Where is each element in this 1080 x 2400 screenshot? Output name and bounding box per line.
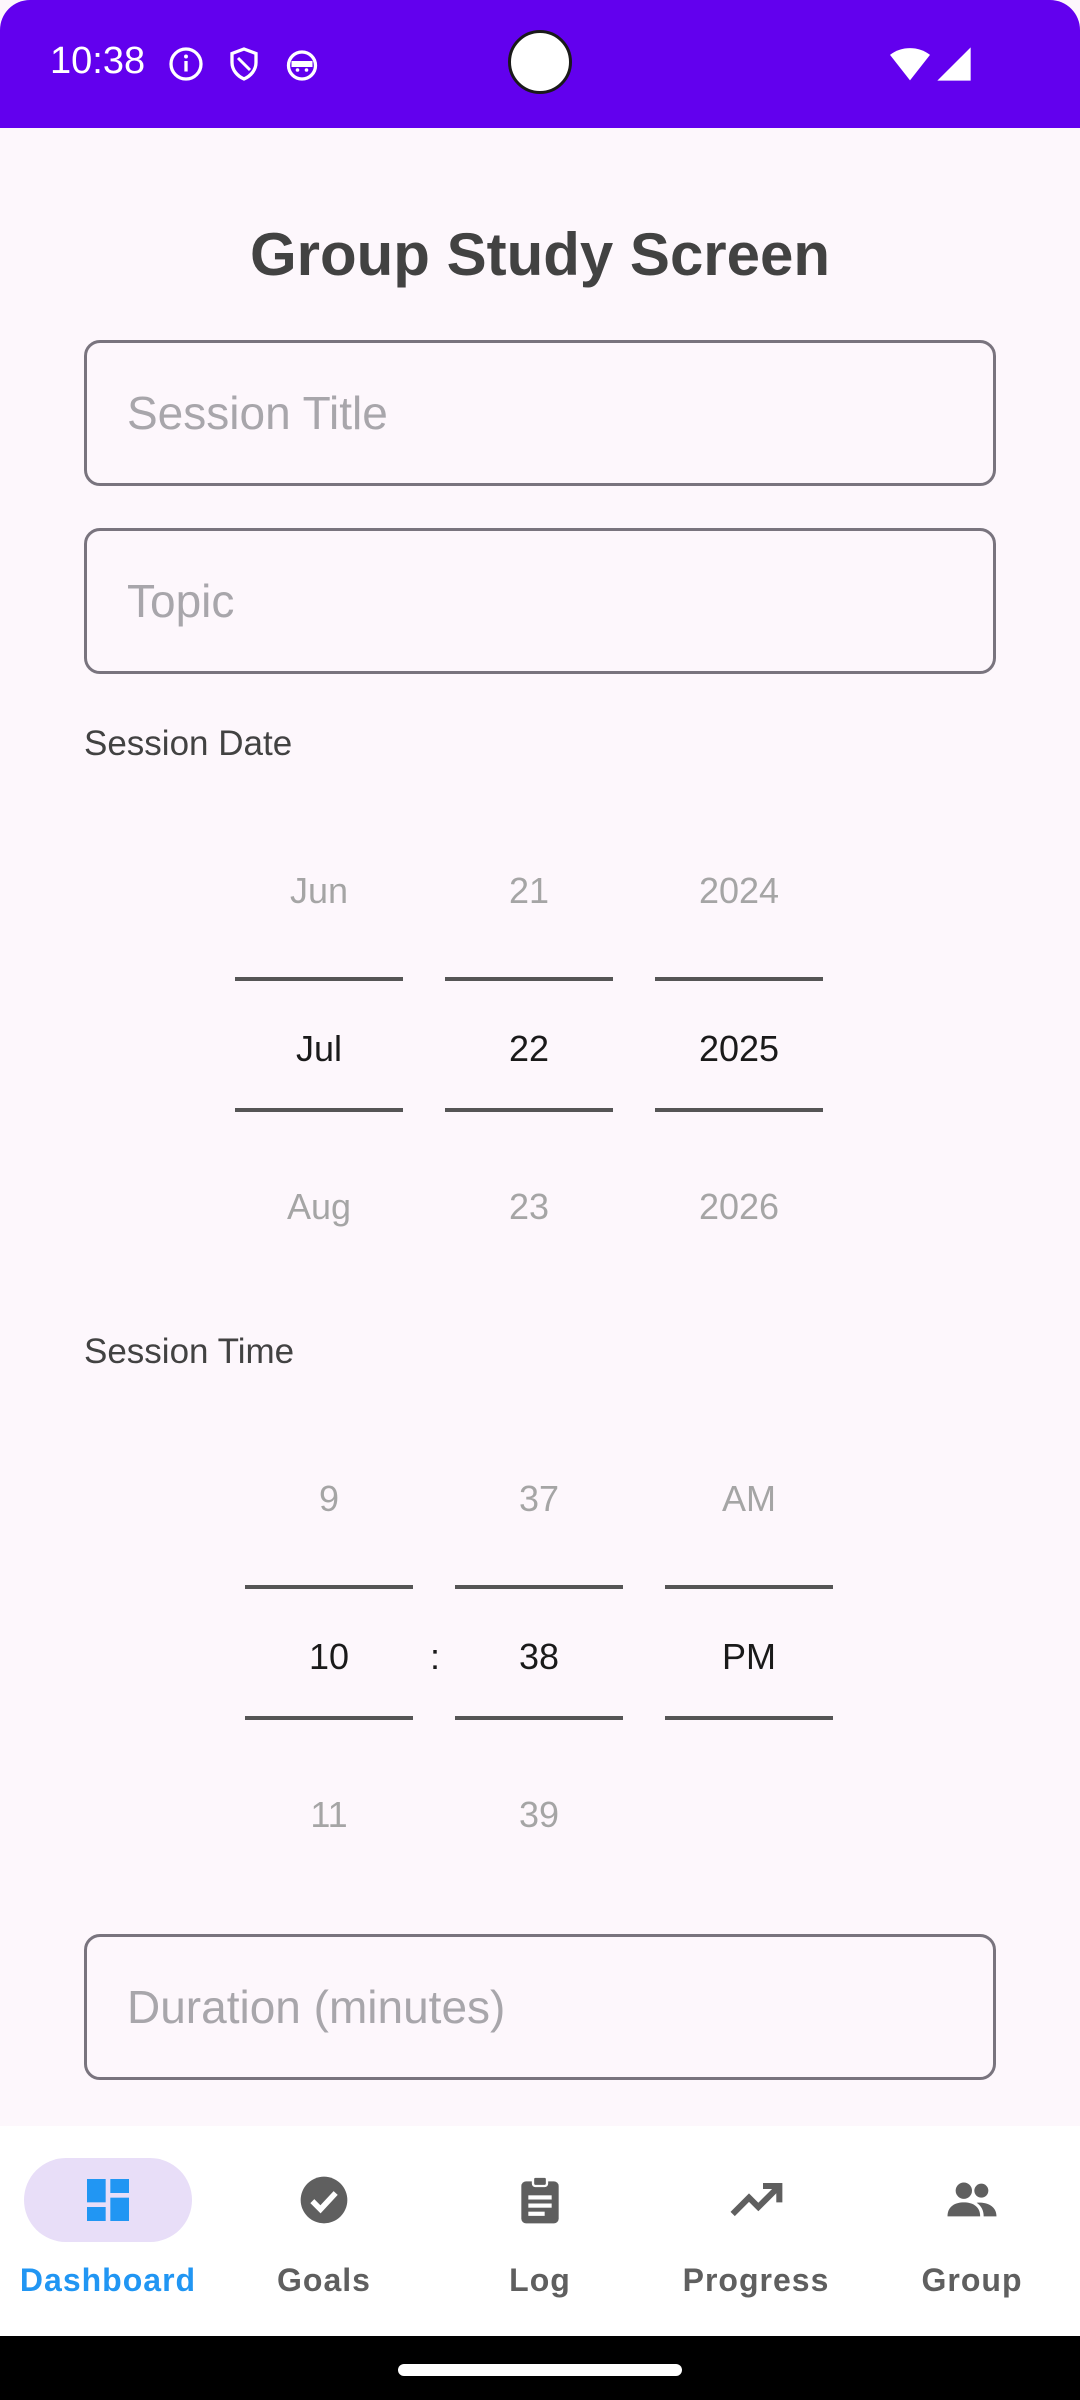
day-prev[interactable]: 21 <box>445 870 613 912</box>
people-icon <box>947 2182 997 2217</box>
month-prev[interactable]: Jun <box>235 870 403 912</box>
day-picker[interactable]: 21 22 23 <box>445 840 613 1260</box>
nav-label-log: Log <box>509 2262 571 2298</box>
hour-picker[interactable]: 9 10 11 <box>245 1448 413 1868</box>
nav-item-dashboard[interactable]: Dashboard <box>0 2126 216 2336</box>
picker-divider <box>665 1585 833 1589</box>
minute-prev[interactable]: 37 <box>455 1478 623 1520</box>
info-icon <box>169 47 203 81</box>
nav-item-group[interactable]: Group <box>864 2126 1080 2336</box>
trending-up-icon <box>730 2182 783 2217</box>
year-prev[interactable]: 2024 <box>655 870 823 912</box>
picker-divider <box>245 1716 413 1720</box>
app-screen: 10:38 Group Study Screen Session Date <box>0 0 1080 2400</box>
day-selected[interactable]: 22 <box>445 1028 613 1070</box>
month-selected[interactable]: Jul <box>235 1028 403 1070</box>
picker-divider <box>245 1585 413 1589</box>
gesture-bar <box>0 2336 1080 2400</box>
month-next[interactable]: Aug <box>235 1186 403 1228</box>
camera-cutout <box>508 30 572 94</box>
clipboard-icon <box>521 2175 559 2224</box>
dashboard-icon <box>87 2179 129 2221</box>
session-title-input[interactable] <box>84 340 996 486</box>
nav-label-goals: Goals <box>277 2262 371 2298</box>
status-time: 10:38 <box>50 40 146 82</box>
minute-selected[interactable]: 38 <box>455 1636 623 1678</box>
hour-next[interactable]: 11 <box>245 1794 413 1836</box>
shield-icon <box>230 47 258 81</box>
bottom-navigation: Dashboard Goals Log Progress Group <box>0 2126 1080 2336</box>
picker-divider <box>235 1108 403 1112</box>
session-time-label: Session Time <box>84 1332 295 1371</box>
home-gesture-handle[interactable] <box>398 2364 682 2376</box>
picker-divider <box>235 977 403 981</box>
wifi-icon <box>890 48 930 81</box>
ampm-picker[interactable]: AM PM <box>665 1448 833 1868</box>
day-next[interactable]: 23 <box>445 1186 613 1228</box>
picker-divider <box>455 1716 623 1720</box>
picker-divider <box>655 1108 823 1112</box>
year-picker[interactable]: 2024 2025 2026 <box>655 840 823 1260</box>
nav-label-progress: Progress <box>682 2262 830 2298</box>
picker-divider <box>655 977 823 981</box>
picker-divider <box>455 1585 623 1589</box>
ampm-selected[interactable]: PM <box>665 1636 833 1678</box>
topic-input[interactable] <box>84 528 996 674</box>
year-selected[interactable]: 2025 <box>655 1028 823 1070</box>
picker-divider <box>445 977 613 981</box>
android-icon <box>286 50 318 81</box>
year-next[interactable]: 2026 <box>655 1186 823 1228</box>
hour-selected[interactable]: 10 <box>245 1636 413 1678</box>
month-picker[interactable]: Jun Jul Aug <box>235 840 403 1260</box>
ampm-prev[interactable]: AM <box>665 1478 833 1520</box>
picker-divider <box>445 1108 613 1112</box>
picker-divider <box>665 1716 833 1720</box>
hour-prev[interactable]: 9 <box>245 1478 413 1520</box>
signal-icon <box>937 47 971 81</box>
nav-item-progress[interactable]: Progress <box>648 2126 864 2336</box>
nav-label-group: Group <box>921 2262 1023 2298</box>
minute-picker[interactable]: 37 38 39 <box>455 1448 623 1868</box>
status-bar: 10:38 <box>0 0 1080 128</box>
session-date-label: Session Date <box>84 724 293 763</box>
page-title: Group Study Screen <box>249 221 831 288</box>
nav-label-dashboard: Dashboard <box>19 2262 197 2298</box>
minute-next[interactable]: 39 <box>455 1794 623 1836</box>
nav-item-log[interactable]: Log <box>432 2126 648 2336</box>
nav-item-goals[interactable]: Goals <box>216 2126 432 2336</box>
check-circle-icon <box>300 2176 348 2224</box>
time-separator: : <box>430 1636 441 1677</box>
duration-input[interactable] <box>84 1934 996 2080</box>
